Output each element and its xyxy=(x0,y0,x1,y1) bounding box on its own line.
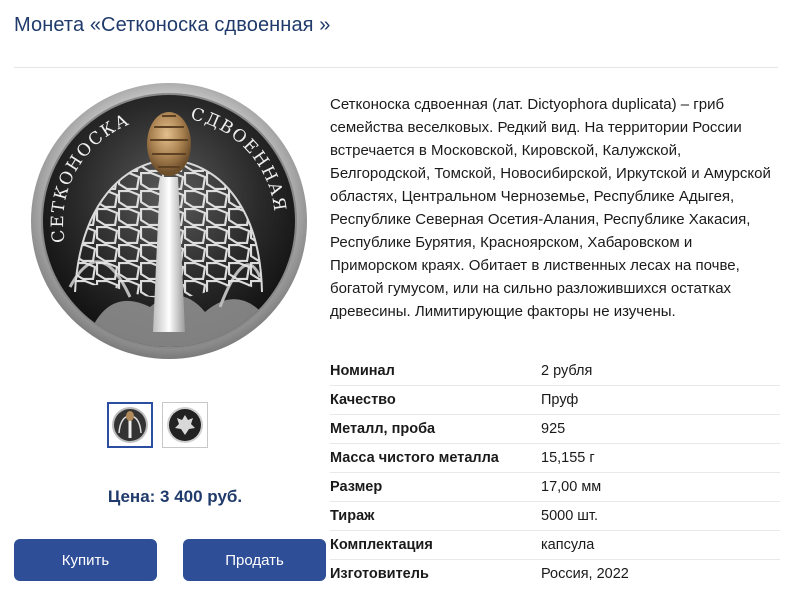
spec-label: Металл, проба xyxy=(330,421,436,437)
spec-value: Россия, 2022 xyxy=(541,566,629,582)
coin-obverse-thumb-icon xyxy=(167,407,203,443)
spec-row: Изготовитель Россия, 2022 xyxy=(330,560,780,588)
spec-value: 925 xyxy=(541,421,566,437)
spec-row: Размер 17,00 мм xyxy=(330,473,780,502)
spec-row: Тираж 5000 шт. xyxy=(330,502,780,531)
spec-row: Металл, проба 925 xyxy=(330,415,780,444)
spec-row: Номинал 2 рубля xyxy=(330,357,780,386)
page-title: Монета «Сетконоска сдвоенная » xyxy=(14,14,331,36)
price-label: Цена: 3 400 руб. xyxy=(107,487,243,506)
spec-label: Комплектация xyxy=(330,537,433,553)
spec-label: Размер xyxy=(330,479,383,495)
spec-value: 2 рубля xyxy=(541,363,593,379)
thumbnail-obverse[interactable] xyxy=(162,402,208,448)
spec-label: Масса чистого металла xyxy=(330,450,499,466)
spec-row: Качество Пруф xyxy=(330,386,780,415)
spec-value: 17,00 мм xyxy=(541,479,602,495)
coin-main-image[interactable]: СЕТКОНОСКА СДВОЕННАЯ xyxy=(30,82,308,360)
spec-label: Качество xyxy=(330,392,396,408)
spec-value: 15,155 г xyxy=(541,450,595,466)
coin-description: Сетконоска сдвоенная (лат. Dictyophora d… xyxy=(330,96,771,320)
coin-reverse-thumb-icon xyxy=(112,407,148,443)
spec-label: Номинал xyxy=(330,363,395,379)
sell-button[interactable]: Продать xyxy=(183,539,326,581)
thumbnail-strip xyxy=(107,402,208,448)
spec-value: 5000 шт. xyxy=(541,508,598,524)
spec-row: Масса чистого металла 15,155 г xyxy=(330,444,780,473)
spec-value: Пруф xyxy=(541,392,579,408)
spec-label: Тираж xyxy=(330,508,375,524)
buy-button[interactable]: Купить xyxy=(14,539,157,581)
spec-row: Комплектация капсула xyxy=(330,531,780,560)
header-divider xyxy=(14,67,778,68)
spec-label: Изготовитель xyxy=(330,566,429,582)
thumbnail-reverse[interactable] xyxy=(107,402,153,448)
specs-table: Номинал 2 рубля Качество Пруф Металл, проб… xyxy=(330,357,780,588)
spec-value: капсула xyxy=(541,537,595,553)
